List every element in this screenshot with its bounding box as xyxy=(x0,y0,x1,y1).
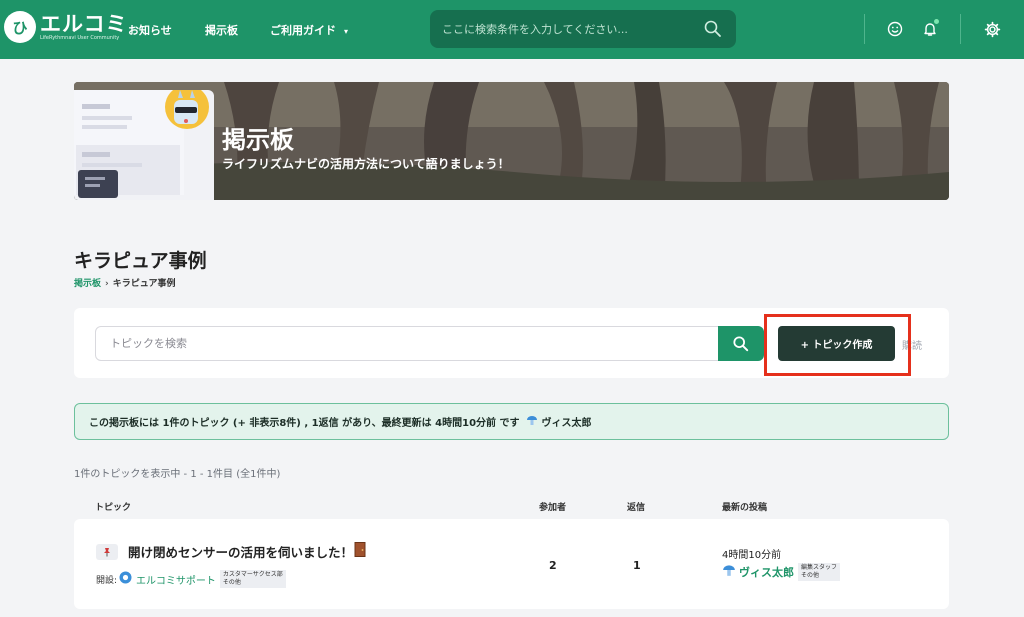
hero-banner: 掲示板 ライフリズムナビの活用方法について語りましょう！ xyxy=(74,82,949,200)
topic-title[interactable]: 開け閉めセンサーの活用を伺いました！ xyxy=(128,542,353,561)
banner-subtitle: ライフリズムナビの活用方法について語りましょう！ xyxy=(222,157,510,171)
nav-guide-label: ご利用ガイド xyxy=(270,24,336,37)
board-illustration-icon xyxy=(74,85,209,198)
topic-row[interactable]: 開け閉めセンサーの活用を伺いました！ 開設: エルコミサポート カスタマーサクセ… xyxy=(74,519,949,609)
forum-info-text: この掲示板には 1件のトピック (+ 非表示8件) , 1返信 があり、最終更新… xyxy=(89,418,520,429)
search-icon[interactable] xyxy=(704,20,722,42)
replies-count: 1 xyxy=(633,559,641,572)
logo-subtitle: LifeRythmnavi User Community xyxy=(40,34,120,41)
nav-board[interactable]: 掲示板 xyxy=(205,22,238,38)
breadcrumb-link-board[interactable]: 掲示板 xyxy=(74,279,101,289)
latest-user-name[interactable]: ヴィス太郎 xyxy=(739,564,794,580)
breadcrumb-separator: › xyxy=(105,279,109,289)
breadcrumb: 掲示板 › キラピュア事例 xyxy=(74,276,176,289)
nav-news[interactable]: お知らせ xyxy=(128,22,172,38)
logo[interactable]: ひ エルコミ LifeRythmnavi User Community xyxy=(4,11,128,43)
header-divider xyxy=(960,14,961,44)
topic-count: 1件のトピックを表示中 - 1 - 1件目 (全1件中) xyxy=(74,469,281,480)
breadcrumb-current: キラピュア事例 xyxy=(112,279,176,289)
participants-count: 2 xyxy=(549,559,557,572)
support-avatar-icon xyxy=(119,571,132,587)
author-role-badge: カスタマーサクセス部 その他 xyxy=(219,570,286,588)
column-header-latest: 最新の投稿 xyxy=(722,503,768,513)
forum-info-user[interactable]: ヴィス太郎 xyxy=(542,414,592,429)
topic-search-input[interactable] xyxy=(95,326,720,361)
notification-dot xyxy=(934,19,939,24)
search-icon xyxy=(733,335,749,351)
logo-mark-icon: ひ xyxy=(4,11,36,43)
forum-info-notice: この掲示板には 1件のトピック (+ 非表示8件) , 1返信 があり、最終更新… xyxy=(74,403,949,440)
latest-post-user: ヴィス太郎 編集スタッフ その他 xyxy=(722,562,841,581)
column-header-replies: 返信 xyxy=(627,503,646,513)
highlight-box xyxy=(764,314,911,376)
chevron-down-icon: ▾ xyxy=(344,27,349,36)
global-search xyxy=(430,10,736,48)
opened-label: 開設: xyxy=(96,575,118,586)
latest-user-role-badge: 編集スタッフ その他 xyxy=(798,562,841,581)
column-header-topic: トピック xyxy=(95,503,132,513)
column-header-participants: 参加者 xyxy=(539,503,567,513)
author-tag-dept: カスタマーサクセス部 xyxy=(222,571,283,578)
nav-guide[interactable]: ご利用ガイド ▾ xyxy=(270,22,348,38)
banner-illustration xyxy=(74,85,214,200)
latest-tag-other: その他 xyxy=(801,571,820,579)
global-search-input[interactable] xyxy=(442,19,692,39)
topic-author[interactable]: エルコミサポート xyxy=(136,572,216,587)
topic-opened-by: 開設: エルコミサポート カスタマーサクセス部 その他 xyxy=(96,570,286,588)
header-divider xyxy=(864,14,865,44)
latest-tag-role: 編集スタッフ xyxy=(801,563,838,571)
logo-title: エルコミ xyxy=(40,11,128,36)
banner-title: 掲示板 xyxy=(222,126,294,154)
page-title: キラピュア事例 xyxy=(74,250,207,272)
top-header: ひ エルコミ LifeRythmnavi User Community お知らせ… xyxy=(0,0,1024,59)
mushroom-avatar-icon xyxy=(722,562,736,581)
latest-post-time[interactable]: 4時間10分前 xyxy=(722,546,781,561)
door-icon xyxy=(354,542,366,561)
author-tag-other: その他 xyxy=(222,579,241,586)
mushroom-avatar-icon xyxy=(526,414,538,429)
smile-icon[interactable] xyxy=(885,19,905,39)
gear-icon[interactable] xyxy=(982,19,1002,39)
topic-search-button[interactable] xyxy=(718,326,764,361)
bell-icon[interactable] xyxy=(920,19,940,39)
pin-icon xyxy=(96,544,118,560)
